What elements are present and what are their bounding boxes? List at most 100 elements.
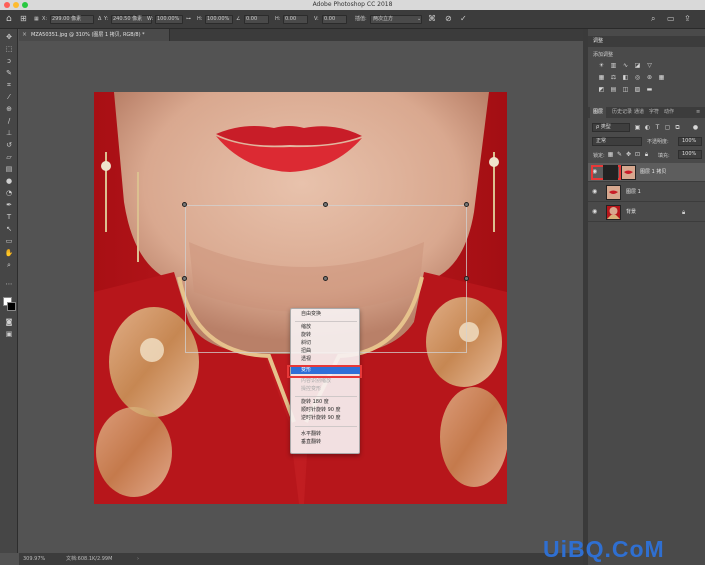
menu-item-puppet-warp[interactable]: 操控变形: [291, 386, 361, 393]
transform-handle-left[interactable]: [182, 276, 187, 281]
zoom-tool-icon[interactable]: ⌕: [3, 260, 15, 270]
menu-item-perspective[interactable]: 透视: [291, 356, 361, 363]
selective-color-icon[interactable]: ▨: [633, 86, 642, 94]
screen-mode-icon[interactable]: ▣: [3, 329, 15, 339]
blend-mode-select[interactable]: 正常: [592, 137, 642, 146]
eraser-tool-icon[interactable]: ▱: [3, 152, 15, 162]
move-tool-icon[interactable]: ✥: [3, 32, 15, 42]
type-tool-icon[interactable]: T: [3, 212, 15, 222]
layer-row[interactable]: ◉ 图层 1 拷贝: [588, 163, 705, 182]
levels-icon[interactable]: ▥: [609, 62, 618, 70]
rectangle-tool-icon[interactable]: ▭: [3, 236, 15, 246]
workspace-icon[interactable]: ▭: [667, 14, 675, 24]
lasso-tool-icon[interactable]: ↄ: [3, 56, 15, 66]
fill-field[interactable]: 100%: [678, 150, 702, 159]
marquee-tool-icon[interactable]: ⬚: [3, 44, 15, 54]
quick-select-tool-icon[interactable]: ✎: [3, 68, 15, 78]
exposure-icon[interactable]: ◪: [633, 62, 642, 70]
black-white-icon[interactable]: ◧: [621, 74, 630, 82]
filter-adjustment-icon[interactable]: ◐: [643, 124, 652, 132]
layer-row[interactable]: ◉ 图层 1: [588, 183, 705, 202]
transform-handle-top-right[interactable]: [464, 202, 469, 207]
transform-handle-top[interactable]: [323, 202, 328, 207]
hand-tool-icon[interactable]: ✋: [3, 248, 15, 258]
color-lookup-icon[interactable]: ▦: [657, 74, 666, 82]
photo-filter-icon[interactable]: ◎: [633, 74, 642, 82]
tab-layers[interactable]: 图层: [590, 107, 607, 118]
history-brush-tool-icon[interactable]: ↺: [3, 140, 15, 150]
menu-item-skew[interactable]: 斜切: [291, 340, 361, 347]
lock-position-icon[interactable]: ✥: [624, 151, 633, 159]
posterize-icon[interactable]: ▤: [609, 86, 618, 94]
gradient-map-icon[interactable]: ▬: [645, 86, 654, 94]
tool-preset-icon[interactable]: ⊞: [20, 14, 27, 24]
close-icon[interactable]: ×: [22, 29, 27, 41]
layer-thumbnail[interactable]: [606, 185, 621, 200]
invert-icon[interactable]: ◩: [597, 86, 606, 94]
gradient-tool-icon[interactable]: ▤: [3, 164, 15, 174]
search-icon[interactable]: ⌕: [651, 14, 655, 24]
cancel-transform-icon[interactable]: ⊘: [445, 14, 452, 24]
filter-shape-icon[interactable]: ▢: [663, 124, 672, 132]
menu-item-rotate-180[interactable]: 旋转 180 度: [291, 399, 361, 406]
tab-channels[interactable]: 通道: [634, 107, 644, 118]
layer-filter-select[interactable]: ρ 类型: [592, 123, 630, 132]
layer-row[interactable]: ◉ 背景 🔒︎: [588, 203, 705, 222]
more-tools-icon[interactable]: ⋯: [3, 279, 15, 289]
healing-tool-icon[interactable]: ⊕: [3, 104, 15, 114]
dodge-tool-icon[interactable]: ◔: [3, 188, 15, 198]
home-icon[interactable]: ⌂: [6, 14, 12, 24]
layer-thumbnail[interactable]: [606, 205, 621, 220]
menu-item-distort[interactable]: 扭曲: [291, 348, 361, 355]
share-icon[interactable]: ⇪: [684, 14, 691, 24]
menu-item-free-transform[interactable]: 自由变换: [291, 311, 361, 318]
blur-tool-icon[interactable]: ●: [3, 176, 15, 186]
menu-item-scale[interactable]: 缩放: [291, 324, 361, 331]
filter-type-icon[interactable]: T: [653, 124, 662, 132]
lock-artboard-icon[interactable]: ⊡: [633, 151, 642, 159]
eyedropper-tool-icon[interactable]: ⁄: [3, 92, 15, 102]
transform-handle-right[interactable]: [464, 276, 469, 281]
menu-item-rotate-90-ccw[interactable]: 逆时针旋转 90 度: [291, 415, 361, 422]
color-balance-icon[interactable]: ⚖: [609, 74, 618, 82]
menu-item-content-aware-scale[interactable]: 内容识别缩放: [291, 378, 361, 385]
commit-transform-icon[interactable]: ✓: [460, 14, 467, 24]
channel-mixer-icon[interactable]: ⊛: [645, 74, 654, 82]
document-tab[interactable]: × MZA50351.jpg @ 310% (图层 1 拷贝, RGB/8) *: [19, 29, 170, 41]
path-select-tool-icon[interactable]: ↖: [3, 224, 15, 234]
hue-saturation-icon[interactable]: ▦: [597, 74, 606, 82]
zoom-level[interactable]: 309.97%: [23, 553, 45, 565]
opacity-field[interactable]: 100%: [678, 137, 702, 146]
menu-item-flip-vertical[interactable]: 垂直翻转: [291, 439, 361, 446]
threshold-icon[interactable]: ◫: [621, 86, 630, 94]
menu-item-rotate[interactable]: 旋转: [291, 332, 361, 339]
crop-tool-icon[interactable]: ⌗: [3, 80, 15, 90]
warp-mode-icon[interactable]: ⌘: [428, 14, 436, 24]
vibrance-icon[interactable]: ▽: [645, 62, 654, 70]
brush-tool-icon[interactable]: /: [3, 116, 15, 126]
delta-icon[interactable]: Δ: [98, 15, 101, 24]
status-arrow-icon[interactable]: ›: [137, 553, 139, 565]
visibility-eye-icon[interactable]: ◉: [592, 188, 600, 196]
menu-item-flip-horizontal[interactable]: 水平翻转: [291, 431, 361, 438]
stamp-tool-icon[interactable]: ⊥: [3, 128, 15, 138]
curves-icon[interactable]: ∿: [621, 62, 630, 70]
quick-mask-icon[interactable]: ◙: [3, 317, 15, 327]
transform-handle-top-left[interactable]: [182, 202, 187, 207]
tab-character[interactable]: 字符: [649, 107, 659, 118]
tab-history[interactable]: 历史记录: [612, 107, 632, 118]
lock-image-icon[interactable]: ✎: [615, 151, 624, 159]
panel-menu-icon[interactable]: ≡: [696, 107, 700, 118]
filter-toggle-icon[interactable]: ●: [691, 124, 700, 132]
transform-handle-center[interactable]: [323, 276, 328, 281]
menu-item-rotate-90-cw[interactable]: 顺时针旋转 90 度: [291, 407, 361, 414]
reference-point-icon[interactable]: ▦: [34, 15, 39, 24]
filter-smart-object-icon[interactable]: ⧉: [673, 124, 682, 132]
layer-thumbnail[interactable]: [621, 165, 636, 180]
link-icon[interactable]: ⊶: [186, 15, 191, 24]
layer-mask-thumbnail[interactable]: [603, 165, 618, 180]
lock-all-icon[interactable]: 🔒︎: [642, 151, 651, 159]
adjustments-panel-header[interactable]: 调整: [588, 36, 705, 47]
pen-tool-icon[interactable]: ✒: [3, 200, 15, 210]
lock-transparent-icon[interactable]: ▦: [606, 151, 615, 159]
